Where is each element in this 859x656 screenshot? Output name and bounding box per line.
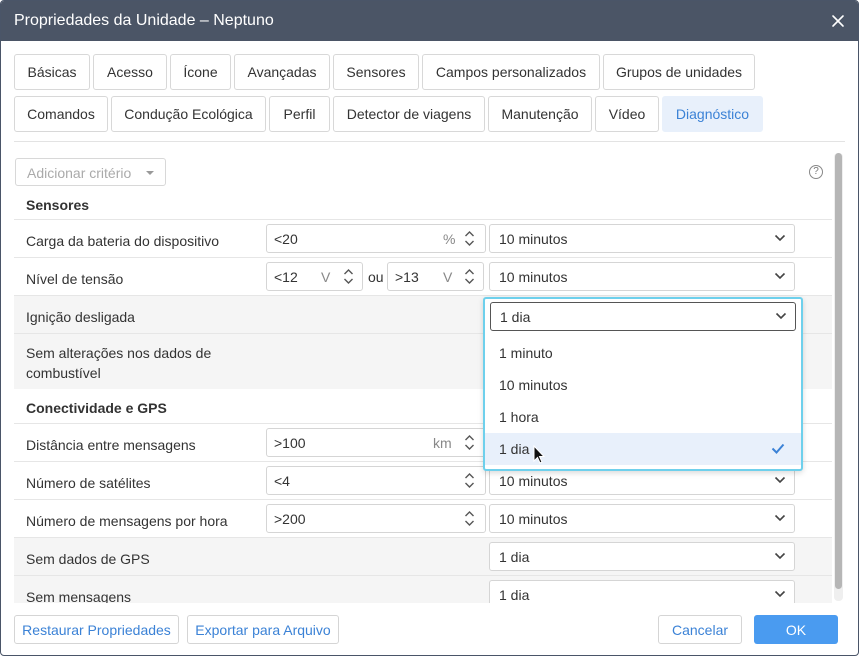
tab-comandos[interactable]: Comandos — [14, 96, 108, 132]
tab-perfil[interactable]: Perfil — [269, 96, 330, 132]
tab-basicas[interactable]: Básicas — [14, 54, 90, 90]
satellites-threshold-input[interactable]: <4 — [266, 466, 486, 495]
tab-diagnostico[interactable]: Diagnóstico — [662, 96, 763, 132]
row-sem-gps: Sem dados de GPS 1 dia — [14, 537, 832, 575]
row-label: Nível de tensão — [26, 271, 124, 287]
help-icon[interactable]: ? — [809, 165, 823, 179]
spinner-icon[interactable] — [464, 472, 475, 489]
messages-per-hour-input[interactable]: >200 — [266, 504, 486, 533]
chevron-down-icon — [775, 312, 787, 320]
select-value: 1 dia — [499, 549, 530, 565]
chevron-down-icon — [774, 552, 786, 560]
section-conectividade: Conectividade e GPS — [26, 400, 167, 416]
spinner-icon[interactable] — [464, 268, 475, 285]
spinner-icon[interactable] — [464, 434, 475, 451]
field-unit: km — [433, 435, 452, 451]
messages-period-select[interactable]: 10 minutos — [489, 504, 795, 533]
row-bateria: Carga da bateria do dispositivo <20 % 10… — [14, 219, 832, 257]
select-value: 10 minutos — [499, 269, 568, 285]
restore-properties-button[interactable]: Restaurar Propriedades — [14, 615, 179, 644]
tab-campos-personalizados[interactable]: Campos personalizados — [422, 54, 600, 90]
row-label: Ignição desligada — [26, 309, 135, 325]
row-mensagens-hora: Número de mensagens por hora >200 10 min… — [14, 499, 832, 537]
cancel-button[interactable]: Cancelar — [658, 615, 742, 644]
caret-down-icon — [146, 171, 154, 175]
option-label: 1 dia — [499, 441, 530, 457]
row-label: Carga da bateria do dispositivo — [26, 233, 220, 249]
select-value: 10 minutos — [499, 473, 568, 489]
chevron-down-icon — [774, 234, 786, 242]
row-label-line1: Sem alterações nos dados de — [26, 345, 212, 361]
field-value: <12 — [274, 269, 298, 285]
mouse-pointer-icon — [533, 445, 545, 464]
dialog-title: Propriedades da Unidade – Neptuno — [14, 12, 274, 29]
row-tensao: Nível de tensão <12 V ou >13 V 10 minuto… — [14, 257, 832, 295]
chevron-down-icon — [774, 476, 786, 484]
field-unit: % — [443, 231, 456, 247]
tab-video[interactable]: Vídeo — [595, 96, 659, 132]
spinner-icon[interactable] — [464, 510, 475, 527]
field-value: >13 — [395, 269, 419, 285]
row-label: Número de mensagens por hora — [26, 513, 228, 529]
close-icon[interactable] — [831, 14, 845, 28]
export-to-file-button[interactable]: Exportar para Arquivo — [187, 615, 339, 644]
title-bar: Propriedades da Unidade – Neptuno — [1, 1, 858, 41]
tabs-divider — [14, 141, 845, 142]
tab-grupos-de-unidades[interactable]: Grupos de unidades — [603, 54, 755, 90]
or-label: ou — [368, 269, 384, 285]
scrollbar[interactable] — [834, 153, 843, 601]
row-label: Sem alterações nos dados de combustível — [26, 343, 211, 383]
field-value: <20 — [274, 231, 298, 247]
row-label: Distância entre mensagens — [26, 437, 196, 453]
select-value: 10 minutos — [499, 511, 568, 527]
tab-icone[interactable]: Ícone — [170, 54, 231, 90]
row-label: Sem dados de GPS — [26, 551, 150, 567]
chevron-down-icon — [774, 590, 786, 598]
add-criterion-button[interactable]: Adicionar critério — [15, 158, 166, 186]
spinner-icon[interactable] — [464, 230, 475, 247]
row-sem-mensagens: Sem mensagens 1 dia — [14, 575, 832, 603]
chevron-down-icon — [774, 514, 786, 522]
tab-manutencao[interactable]: Manutenção — [488, 96, 592, 132]
row-label: Número de satélites — [26, 475, 151, 491]
field-unit: V — [443, 269, 453, 285]
spinner-icon[interactable] — [343, 268, 354, 285]
tab-detector-de-viagens[interactable]: Detector de viagens — [333, 96, 485, 132]
row-label: Sem mensagens — [26, 589, 132, 603]
add-criterion-label: Adicionar critério — [27, 165, 132, 181]
voltage-period-select[interactable]: 10 minutos — [489, 262, 795, 291]
scrollbar-thumb[interactable] — [835, 153, 842, 589]
ignition-period-select[interactable]: 1 dia — [490, 302, 796, 331]
checkmark-icon — [771, 443, 785, 454]
dropdown-option[interactable]: 1 hora — [485, 401, 801, 433]
select-value: 1 dia — [500, 309, 531, 325]
row-label-line2: combustível — [26, 365, 101, 381]
field-value: >200 — [274, 511, 306, 527]
field-value: <4 — [274, 473, 290, 489]
period-dropdown: 1 dia 1 minuto 10 minutos 1 hora 1 dia — [483, 297, 803, 471]
tab-conducao-ecologica[interactable]: Condução Ecológica — [111, 96, 266, 132]
ok-button[interactable]: OK — [754, 615, 838, 644]
battery-threshold-input[interactable]: <20 % — [266, 224, 486, 253]
voltage-max-input[interactable]: >13 V — [387, 262, 484, 291]
select-value: 1 dia — [499, 587, 530, 603]
no-gps-period-select[interactable]: 1 dia — [489, 542, 795, 571]
tab-sensores[interactable]: Sensores — [333, 54, 419, 90]
dropdown-option[interactable]: 1 minuto — [485, 337, 801, 369]
battery-period-select[interactable]: 10 minutos — [489, 224, 795, 253]
field-unit: V — [321, 269, 331, 285]
field-value: >100 — [274, 435, 306, 451]
dropdown-option[interactable]: 10 minutos — [485, 369, 801, 401]
tab-acesso[interactable]: Acesso — [93, 54, 167, 90]
section-sensores: Sensores — [26, 197, 90, 213]
select-value: 10 minutos — [499, 231, 568, 247]
chevron-down-icon — [774, 272, 786, 280]
unit-properties-dialog: Propriedades da Unidade – Neptuno Básica… — [0, 0, 859, 656]
tab-avancadas[interactable]: Avançadas — [234, 54, 330, 90]
distance-threshold-input[interactable]: >100 km — [266, 428, 486, 457]
no-messages-period-select[interactable]: 1 dia — [489, 580, 795, 603]
voltage-min-input[interactable]: <12 V — [266, 262, 363, 291]
